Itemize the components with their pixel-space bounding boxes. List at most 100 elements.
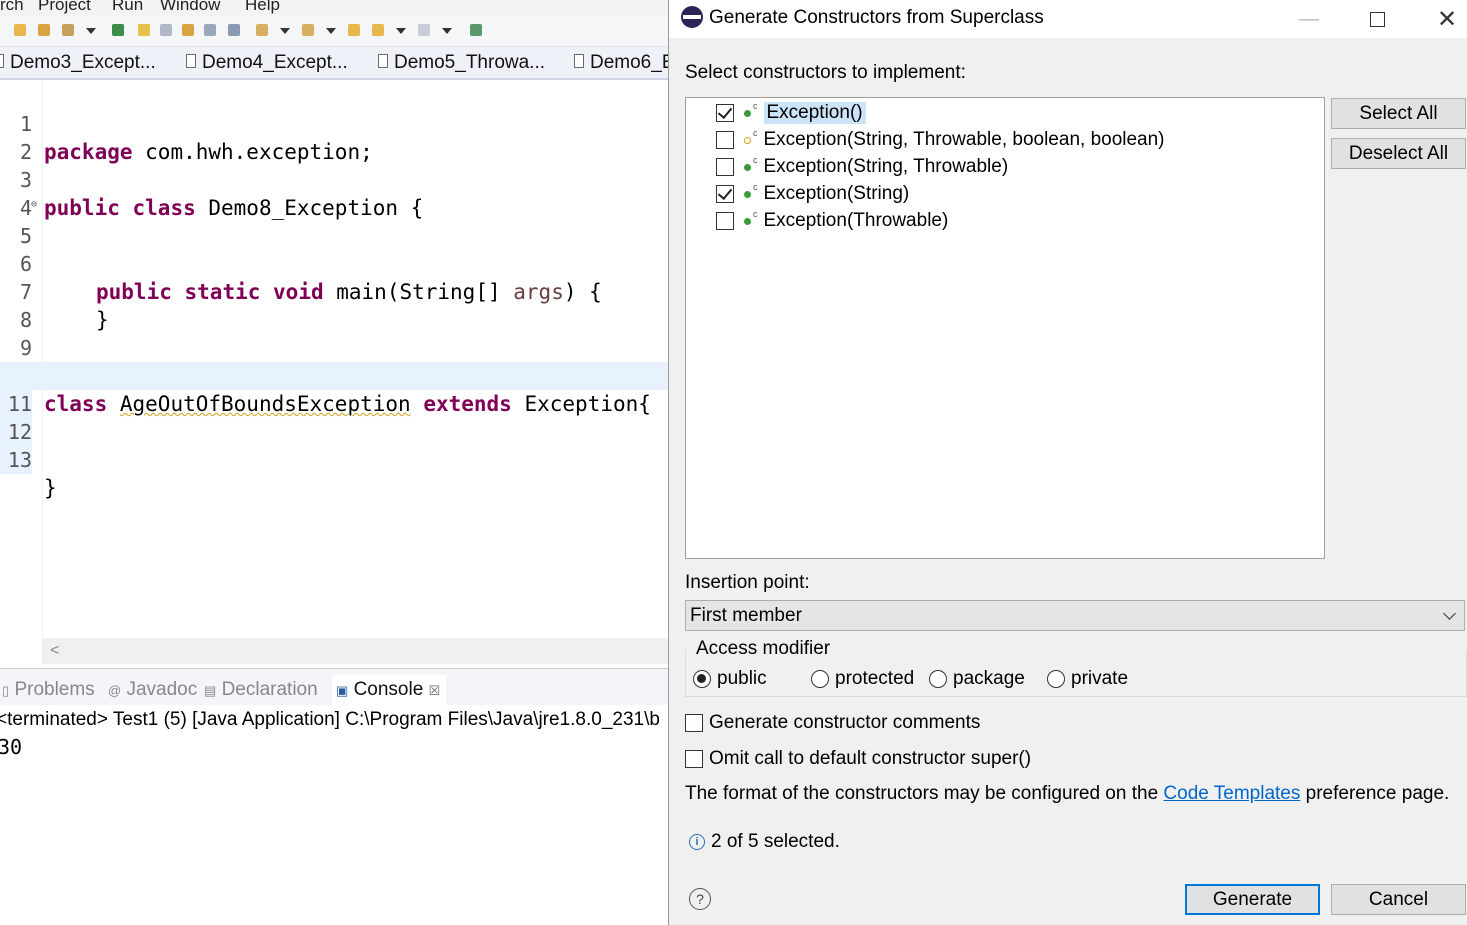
- code-line: 3 public class Demo8_Exception {: [19, 168, 424, 220]
- chevron-down-icon[interactable]: [326, 28, 336, 34]
- marker-icon[interactable]: [112, 24, 124, 36]
- chevron-down-icon[interactable]: [86, 28, 96, 34]
- public-method-icon: [744, 109, 751, 117]
- code-line: 13 }: [0, 418, 668, 500]
- maximize-icon: [1369, 11, 1385, 27]
- chevron-down-icon: [1443, 607, 1456, 620]
- cancel-button[interactable]: Cancel: [1331, 884, 1466, 915]
- omit-super-checkbox[interactable]: Omit call to default constructor super(): [685, 748, 1031, 770]
- tool-icon[interactable]: [62, 24, 74, 36]
- edit-icon[interactable]: [160, 24, 172, 36]
- tab-javadoc[interactable]: @ Javadoc: [108, 679, 197, 701]
- back-icon[interactable]: [372, 24, 384, 36]
- help-icon[interactable]: ?: [689, 888, 711, 910]
- minimize-button[interactable]: —: [1285, 0, 1333, 38]
- code-line: 6: [19, 252, 32, 276]
- select-all-button[interactable]: Select All: [1331, 98, 1466, 129]
- dialog-title: Generate Constructors from Superclass: [709, 7, 1044, 28]
- tab-demo3[interactable]: Demo3_Except...: [0, 52, 156, 74]
- pin-editor-icon[interactable]: [470, 24, 482, 36]
- code-line: 8: [19, 308, 32, 332]
- tab-problems[interactable]: ▯ Problems: [2, 679, 95, 701]
- checkbox-exception-string-throwable[interactable]: [716, 158, 734, 176]
- code-line: 9 }: [19, 336, 57, 388]
- close-icon: ✕: [1436, 5, 1458, 33]
- console-icon: ▣: [336, 683, 349, 698]
- radio-public[interactable]: public: [693, 668, 767, 690]
- public-method-icon: [744, 217, 751, 225]
- dialog-titlebar: Generate Constructors from Superclass — …: [669, 0, 1467, 38]
- constructor-icon: c: [753, 209, 758, 219]
- menu-help[interactable]: Help: [245, 0, 280, 15]
- forward-icon[interactable]: [418, 24, 430, 36]
- next-annotation-icon[interactable]: [256, 24, 268, 36]
- list-item[interactable]: c Exception(String, Throwable): [716, 154, 1008, 180]
- list-item[interactable]: c Exception(Throwable): [716, 208, 948, 234]
- checkbox-exception[interactable]: [716, 104, 734, 122]
- console-header: <terminated> Test1 (5) [Java Application…: [0, 709, 660, 730]
- menu-project[interactable]: Project: [38, 0, 91, 15]
- open-folder-icon[interactable]: [14, 24, 26, 36]
- insertion-point-select[interactable]: First member: [685, 600, 1465, 631]
- code-line: 7 }: [19, 280, 109, 332]
- menu-search[interactable]: rch: [0, 0, 24, 15]
- menu-run[interactable]: Run: [112, 0, 143, 15]
- close-button[interactable]: ✕: [1423, 0, 1467, 38]
- generate-button[interactable]: Generate: [1185, 884, 1320, 915]
- list-item[interactable]: c Exception(String, Throwable, boolean, …: [716, 127, 1165, 153]
- declaration-icon: ▤: [204, 683, 217, 698]
- code-editor[interactable]: 1 package com.hwh.exception; 2 3 public …: [0, 80, 668, 638]
- tab-console[interactable]: ▣ Console ☒: [332, 675, 447, 707]
- chevron-down-icon[interactable]: [280, 28, 290, 34]
- constructor-list[interactable]: c Exception() c Exception(String, Throwa…: [685, 97, 1325, 559]
- public-method-icon: [744, 163, 751, 171]
- code-line: 5 ⊖ public static void main(String[] arg…: [0, 191, 668, 304]
- console-output: 30: [0, 735, 23, 759]
- maximize-button[interactable]: [1353, 0, 1401, 38]
- fold-icon[interactable]: ⊖: [31, 191, 37, 219]
- menu-window[interactable]: Window: [160, 0, 220, 15]
- paragraph-icon[interactable]: [228, 24, 240, 36]
- tab-demo4[interactable]: Demo4_Except...: [186, 52, 348, 74]
- last-edit-icon[interactable]: [348, 24, 360, 36]
- chevron-down-icon[interactable]: [396, 28, 406, 34]
- generate-constructors-dialog: Generate Constructors from Superclass — …: [668, 0, 1467, 925]
- open-type-icon[interactable]: [38, 24, 50, 36]
- editor-tabs: Demo3_Except... Demo4_Except... Demo5_Th…: [0, 47, 668, 80]
- deselect-all-button[interactable]: Deselect All: [1331, 138, 1466, 169]
- radio-protected[interactable]: protected: [811, 668, 914, 690]
- highlight-icon[interactable]: [138, 24, 150, 36]
- access-modifier-label: Access modifier: [694, 638, 833, 660]
- bottom-panel: ▯ Problems @ Javadoc ▤ Declaration ▣ Con…: [0, 668, 668, 925]
- code-templates-link[interactable]: Code Templates: [1163, 783, 1300, 804]
- select-constructors-label: Select constructors to implement:: [685, 62, 966, 83]
- checkbox-exception-throwable[interactable]: [716, 212, 734, 230]
- code-line: 2: [19, 140, 32, 164]
- list-item[interactable]: c Exception(String): [716, 181, 909, 207]
- javadoc-icon: @: [108, 683, 122, 698]
- generate-comments-checkbox[interactable]: Generate constructor comments: [685, 712, 980, 734]
- code-line: 12: [0, 390, 668, 446]
- block-icon[interactable]: [182, 24, 194, 36]
- code-line: 4: [19, 196, 32, 220]
- tab-demo5[interactable]: Demo5_Throwa...: [378, 52, 545, 74]
- insertion-point-label: Insertion point:: [685, 572, 810, 593]
- document-icon[interactable]: [204, 24, 216, 36]
- tab-demo6[interactable]: Demo6_E: [574, 52, 668, 74]
- prev-annotation-icon[interactable]: [302, 24, 314, 36]
- tab-declaration[interactable]: ▤ Declaration: [204, 679, 318, 701]
- scroll-left-icon[interactable]: <: [50, 642, 59, 660]
- close-icon[interactable]: ☒: [429, 683, 441, 698]
- java-file-icon: [0, 54, 4, 68]
- list-item[interactable]: c Exception(): [716, 100, 866, 126]
- radio-private[interactable]: private: [1047, 668, 1128, 690]
- checkbox-exception-string[interactable]: [716, 185, 734, 203]
- horizontal-scrollbar[interactable]: <: [42, 638, 668, 664]
- java-file-icon: [378, 54, 388, 68]
- chevron-down-icon[interactable]: [442, 28, 452, 34]
- code-line: 10 class AgeOutOfBoundsException extends…: [0, 334, 668, 416]
- radio-package[interactable]: package: [929, 668, 1025, 690]
- checkbox-exception-string-throwable-boolean-boolean[interactable]: [716, 131, 734, 149]
- constructor-icon: c: [753, 182, 758, 192]
- bottom-tabs: ▯ Problems @ Javadoc ▤ Declaration ▣ Con…: [0, 669, 668, 707]
